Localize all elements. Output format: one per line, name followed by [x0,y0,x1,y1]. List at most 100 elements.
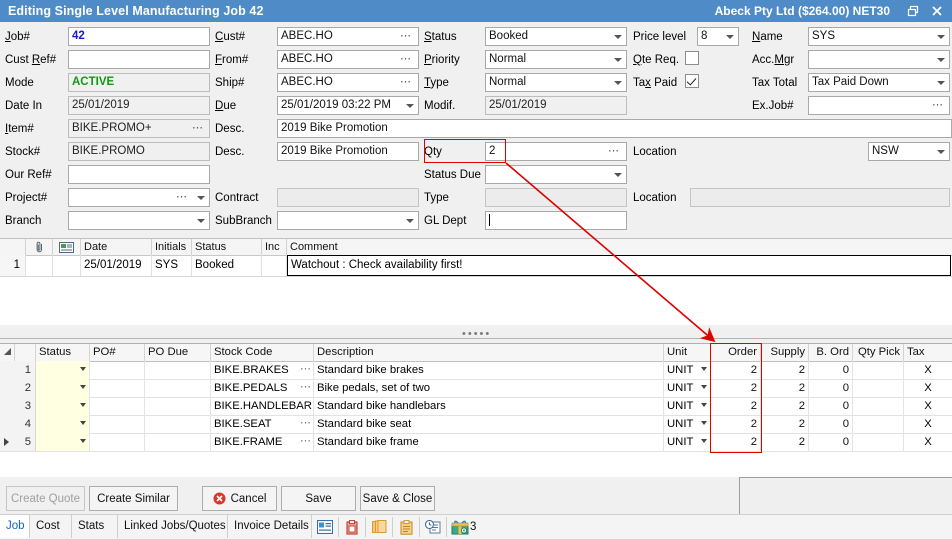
from-browse-icon[interactable]: ⋯ [400,50,412,69]
cust-number-input[interactable]: ABEC.HO [277,27,419,46]
card-icon[interactable] [312,517,339,537]
subbranch-input[interactable] [277,211,419,230]
comment-row-comment[interactable]: Watchout : Check availability first! [287,255,951,276]
due-dropdown-arrow[interactable] [402,97,417,114]
cell-status[interactable] [36,415,90,433]
row-selector[interactable] [0,397,16,415]
qte-req-checkbox[interactable] [685,51,699,65]
status-due-dropdown-arrow[interactable] [610,166,625,183]
cell-dropdown-arrow-icon[interactable] [701,403,707,407]
create-similar-button[interactable]: Create Similar [89,486,178,511]
cell-qty-pick[interactable] [853,361,904,379]
cell-dropdown-arrow-icon[interactable] [80,439,86,443]
type-2-input[interactable] [485,188,627,207]
tab-invoice-details[interactable]: Invoice Details [228,515,312,538]
comment-header-initials[interactable]: Initials [152,239,192,255]
status-dropdown-arrow[interactable] [610,28,625,45]
column-header-b-ord[interactable]: B. Ord [809,344,853,361]
cell-status[interactable] [36,379,90,397]
our-ref-input[interactable] [68,165,210,184]
cell-order[interactable]: 2 [711,379,761,397]
cell-browse-icon[interactable]: ⋯ [300,434,312,447]
comment-header-inc[interactable]: Inc [262,239,287,255]
tax-total-select[interactable]: Tax Paid Down [808,73,950,92]
cell-unit[interactable]: UNIT [664,361,711,379]
cell-tax[interactable]: X [904,379,952,397]
cell-stock-code[interactable]: BIKE.BRAKES [211,361,314,379]
ex-job-number-input[interactable] [808,96,950,115]
cell-b-ord[interactable]: 0 [809,433,853,451]
branch-input[interactable] [68,211,210,230]
comment-header-status[interactable]: Status [192,239,262,255]
location-1-dropdown-arrow[interactable] [933,143,948,160]
cell-supply[interactable]: 2 [761,379,809,397]
table-row[interactable]: 4 BIKE.SEAT Standard bike seat UNIT 2 2 0 X [0,415,952,434]
cell-stock-code[interactable]: BIKE.FRAME [211,433,314,451]
table-row[interactable]: 2 BIKE.PEDALS Bike pedals, set of two UNIT 2… [0,379,952,398]
comment-row-status[interactable]: Booked [192,255,262,276]
row-selector[interactable] [0,415,16,433]
cell-tax[interactable]: X [904,361,952,379]
priority-dropdown-arrow[interactable] [610,51,625,68]
restore-window-icon[interactable] [902,1,924,21]
cell-description[interactable]: Standard bike brakes [314,361,664,379]
column-header-qty-pick[interactable]: Qty Pick [853,344,904,361]
comment-row-initials[interactable]: SYS [152,255,192,276]
history-icon[interactable] [420,517,447,537]
cust-browse-icon[interactable]: ⋯ [400,27,412,46]
cell-description[interactable]: Standard bike frame [314,433,664,451]
qty-browse-icon[interactable]: ⋯ [608,142,620,161]
name-dropdown-arrow[interactable] [933,28,948,45]
cell-order[interactable]: 2 [711,397,761,415]
cell-supply[interactable]: 2 [761,415,809,433]
cell-browse-icon[interactable]: ⋯ [300,416,312,429]
cell-tax[interactable]: X [904,397,952,415]
acc-mgr-dropdown-arrow[interactable] [933,51,948,68]
cell-tax[interactable]: X [904,433,952,451]
create-quote-button[interactable]: Create Quote [6,486,85,511]
cell-supply[interactable]: 2 [761,397,809,415]
comment-row-date[interactable]: 25/01/2019 [81,255,152,276]
cell-unit[interactable]: UNIT [664,397,711,415]
cell-b-ord[interactable]: 0 [809,361,853,379]
tax-total-dropdown-arrow[interactable] [933,74,948,91]
cell-dropdown-arrow-icon[interactable] [80,421,86,425]
cell-status[interactable] [36,361,90,379]
type-dropdown-arrow[interactable] [610,74,625,91]
cell-dropdown-arrow-icon[interactable] [701,421,707,425]
location-2-input[interactable] [690,188,950,207]
cell-po-due[interactable] [145,433,211,451]
gl-dept-input[interactable] [485,211,627,230]
cell-qty-pick[interactable] [853,433,904,451]
project-browse-icon[interactable]: ⋯ [176,188,188,207]
subbranch-dropdown-arrow[interactable] [402,212,417,229]
tax-paid-checkbox[interactable] [685,74,699,88]
status-due-select[interactable] [485,165,627,184]
date-in-input[interactable]: 25/01/2019 [68,96,210,115]
cell-po[interactable] [90,415,145,433]
cell-order[interactable]: 2 [711,415,761,433]
cell-tax[interactable]: X [904,415,952,433]
item-number-browse-icon[interactable]: ⋯ [192,119,204,138]
table-row[interactable]: 1 BIKE.BRAKES Standard bike brakes UNIT 2 2 0 X [0,361,952,380]
cell-po-due[interactable] [145,379,211,397]
cell-po-due[interactable] [145,397,211,415]
cell-dropdown-arrow-icon[interactable] [80,385,86,389]
cell-supply[interactable]: 2 [761,361,809,379]
grid-corner-cell[interactable] [0,344,15,361]
cell-description[interactable]: Bike pedals, set of two [314,379,664,397]
table-row[interactable]: 1 25/01/2019 SYS Booked Watchout : Check… [0,255,952,277]
table-row[interactable]: 3 BIKE.HANDLEBAR Standard bike handlebars U… [0,397,952,416]
clipboard-icon[interactable] [393,517,420,537]
name-select[interactable]: SYS [808,27,950,46]
column-header-tax[interactable]: Tax [904,344,952,361]
ex-job-browse-icon[interactable]: ⋯ [932,96,944,115]
cell-qty-pick[interactable] [853,415,904,433]
acc-mgr-select[interactable] [808,50,950,69]
cell-b-ord[interactable]: 0 [809,415,853,433]
desc-2-input[interactable]: 2019 Bike Promotion [277,142,419,161]
priority-select[interactable]: Normal [485,50,627,69]
column-header-po[interactable]: PO# [90,344,145,361]
cell-po-due[interactable] [145,415,211,433]
column-header-description[interactable]: Description [314,344,664,361]
